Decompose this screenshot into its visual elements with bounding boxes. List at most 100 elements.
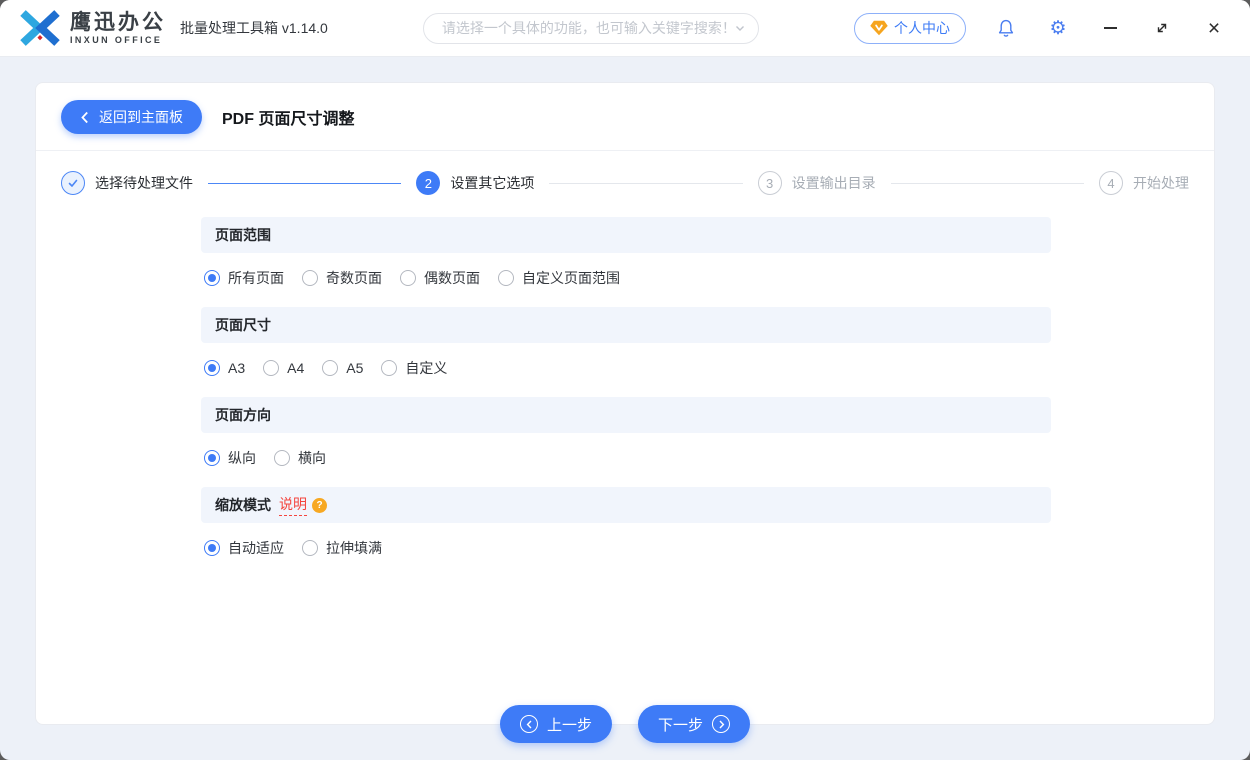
options-form: 页面范围所有页面奇数页面 偶数页面 自定义页面范围页面尺寸 A3 A4 A5 自定义页面方向… (201, 217, 1051, 558)
section-options: 自动适应 拉伸填满 (204, 538, 1051, 558)
app-window: 鹰迅办公 INXUN OFFICE 批量处理工具箱 v1.14.0 个人中心 (0, 0, 1250, 760)
logo-text: 鹰迅办公 INXUN OFFICE (70, 12, 166, 45)
notifications-button[interactable] (994, 16, 1018, 40)
chevron-down-icon[interactable] (734, 22, 746, 34)
wizard-nav-buttons: 上一步 下一步 (500, 705, 750, 743)
radio-label: 偶数页面 (424, 268, 480, 288)
logo-name-en: INXUN OFFICE (70, 36, 166, 45)
chevron-right-circle-icon (712, 715, 730, 733)
main-content: 返回到主面板 PDF 页面尺寸调整 选择待处理文件 2设置其它选项 3 设置输出目录 4… (0, 57, 1250, 760)
chevron-left-circle-icon (520, 715, 538, 733)
form-section: 页面范围所有页面奇数页面 偶数页面 自定义页面范围 (201, 217, 1051, 288)
section-options: 纵向 横向 (204, 448, 1051, 468)
radio-option[interactable]: 横向 (274, 448, 326, 468)
settings-button[interactable]: ⚙ (1046, 16, 1070, 40)
bell-icon (996, 18, 1016, 38)
section-header: 页面方向 (201, 397, 1051, 433)
step-number: 4 (1099, 171, 1123, 195)
radio-option[interactable]: 奇数页面 (302, 268, 382, 288)
logo-name-cn: 鹰迅办公 (70, 12, 166, 33)
radio-option[interactable]: 纵向 (204, 448, 256, 468)
search-input[interactable] (440, 19, 734, 37)
radio-label: 自定义 (405, 358, 447, 378)
radio-icon (381, 360, 397, 376)
radio-option[interactable]: A5 (322, 360, 363, 376)
radio-option[interactable]: A3 (204, 360, 245, 376)
minimize-icon (1104, 27, 1117, 29)
close-icon: × (1208, 18, 1220, 39)
next-step-button[interactable]: 下一步 (638, 705, 750, 743)
step-4: 4 开始处理 (1099, 171, 1189, 195)
vip-gem-icon (870, 20, 888, 36)
back-to-dashboard-button[interactable]: 返回到主面板 (61, 100, 202, 134)
step-connector (208, 183, 401, 184)
page-title: PDF 页面尺寸调整 (222, 105, 354, 129)
section-options: 所有页面奇数页面 偶数页面 自定义页面范围 (204, 268, 1051, 288)
form-section: 缩放模式说明? 自动适应 拉伸填满 (201, 487, 1051, 558)
app-title: 批量处理工具箱 v1.14.0 (180, 18, 328, 38)
radio-option[interactable]: 自动适应 (204, 538, 284, 558)
radio-icon (274, 450, 290, 466)
back-button-label: 返回到主面板 (99, 107, 183, 127)
minimize-button[interactable] (1098, 16, 1122, 40)
prev-step-label: 上一步 (547, 714, 592, 735)
page-header: 返回到主面板 PDF 页面尺寸调整 (36, 83, 1214, 151)
radio-icon (204, 270, 220, 286)
radio-icon (302, 270, 318, 286)
form-section: 页面方向纵向 横向 (201, 397, 1051, 468)
radio-icon (498, 270, 514, 286)
radio-label: 自定义页面范围 (522, 268, 620, 288)
radio-label: A3 (228, 360, 245, 376)
radio-option[interactable]: 所有页面 (204, 268, 284, 288)
radio-icon (322, 360, 338, 376)
section-options: A3 A4 A5 自定义 (204, 358, 1051, 378)
radio-label: 拉伸填满 (326, 538, 382, 558)
section-header: 页面尺寸 (201, 307, 1051, 343)
radio-option[interactable]: A4 (263, 360, 304, 376)
step-1: 选择待处理文件 (61, 171, 193, 195)
app-logo: 鹰迅办公 INXUN OFFICE (18, 8, 166, 48)
step-label: 开始处理 (1133, 173, 1189, 193)
section-header: 页面范围 (201, 217, 1051, 253)
radio-label: 自动适应 (228, 538, 284, 558)
section-header: 缩放模式说明? (201, 487, 1051, 523)
step-number: 2 (416, 171, 440, 195)
step-3: 3 设置输出目录 (758, 171, 876, 195)
titlebar: 鹰迅办公 INXUN OFFICE 批量处理工具箱 v1.14.0 个人中心 (0, 0, 1250, 57)
section-title: 缩放模式 (215, 495, 271, 515)
resize-button[interactable] (1150, 16, 1174, 40)
question-icon[interactable]: ? (312, 498, 327, 513)
radio-label: A4 (287, 360, 304, 376)
function-search-select[interactable] (423, 13, 759, 44)
radio-label: 所有页面 (228, 268, 284, 288)
chevron-left-icon (80, 111, 90, 124)
step-label: 设置输出目录 (792, 173, 876, 193)
section-title: 页面尺寸 (215, 315, 271, 335)
step-indicator: 选择待处理文件 2设置其它选项 3 设置输出目录 4 开始处理 (36, 151, 1214, 195)
radio-option[interactable]: 偶数页面 (400, 268, 480, 288)
user-center-button[interactable]: 个人中心 (854, 13, 966, 44)
prev-step-button[interactable]: 上一步 (500, 705, 612, 743)
form-section: 页面尺寸 A3 A4 A5 自定义 (201, 307, 1051, 378)
radio-icon (302, 540, 318, 556)
radio-label: 纵向 (228, 448, 256, 468)
resize-diagonal-icon (1154, 20, 1170, 36)
radio-icon (204, 450, 220, 466)
radio-option[interactable]: 自定义 (381, 358, 447, 378)
help-link[interactable]: 说明 (279, 494, 307, 516)
close-button[interactable]: × (1202, 16, 1226, 40)
next-step-label: 下一步 (658, 714, 703, 735)
step-check-icon (61, 171, 85, 195)
radio-icon (263, 360, 279, 376)
radio-label: A5 (346, 360, 363, 376)
radio-option[interactable]: 拉伸填满 (302, 538, 382, 558)
gear-icon: ⚙ (1049, 19, 1066, 38)
step-2: 2设置其它选项 (416, 171, 534, 195)
step-number: 3 (758, 171, 782, 195)
step-connector (891, 183, 1084, 184)
radio-label: 横向 (298, 448, 326, 468)
titlebar-actions: 个人中心 ⚙ × (854, 13, 1226, 44)
wizard-card: 返回到主面板 PDF 页面尺寸调整 选择待处理文件 2设置其它选项 3 设置输出目录 4… (35, 82, 1215, 725)
section-title: 页面范围 (215, 225, 271, 245)
radio-option[interactable]: 自定义页面范围 (498, 268, 620, 288)
